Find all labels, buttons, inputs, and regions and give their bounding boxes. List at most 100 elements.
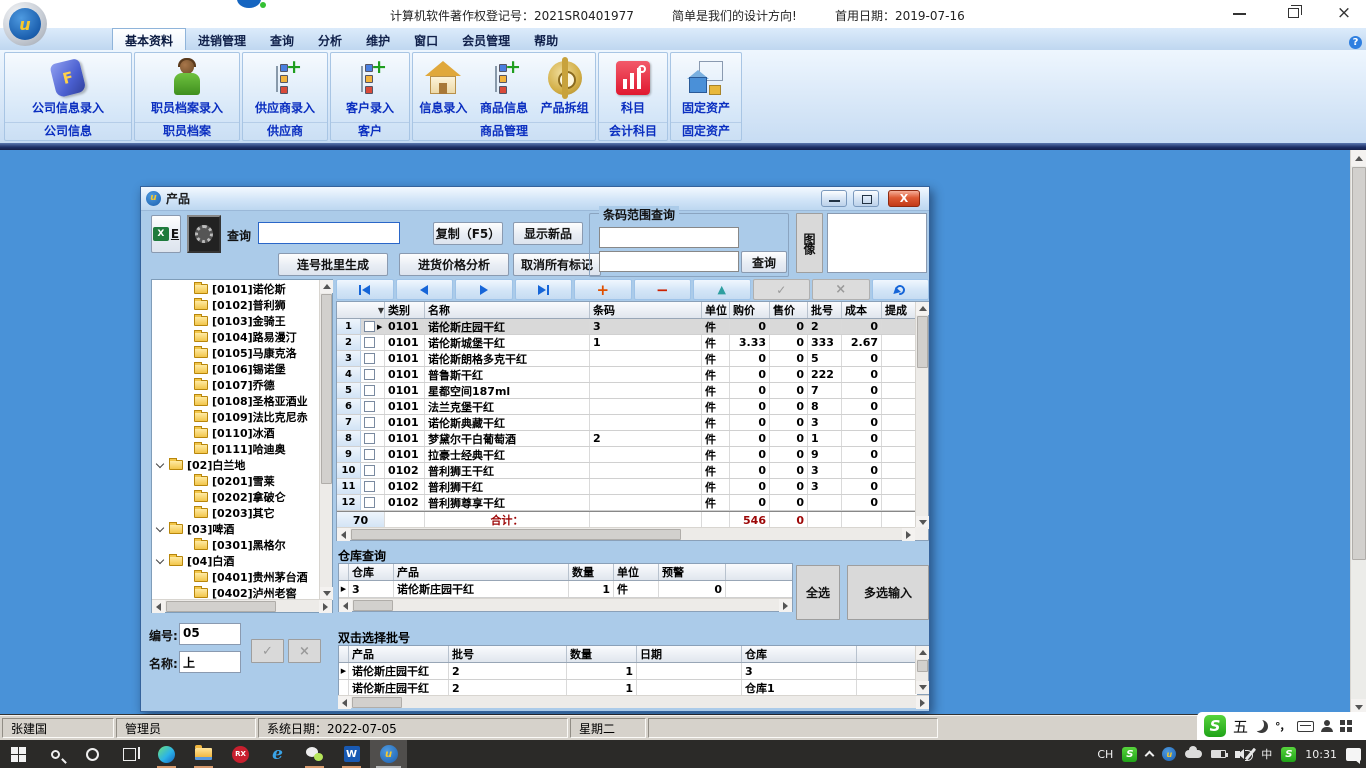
export-excel-button[interactable]: X E — [151, 215, 181, 253]
soft-keyboard-icon[interactable] — [1297, 721, 1314, 732]
batch-vertical-scrollbar[interactable] — [915, 646, 928, 694]
toolbar-item-supplier-entry[interactable]: + 供应商录入 — [243, 55, 327, 115]
ime-chinese-indicator[interactable]: 中 — [1261, 746, 1272, 762]
filter-dropdown-icon[interactable]: ▼ — [378, 306, 384, 315]
cancel-button[interactable]: × — [288, 639, 321, 663]
ime-toolbox-icon[interactable] — [1340, 720, 1352, 732]
nav-first-button[interactable] — [336, 279, 394, 300]
tree-node[interactable]: [0203]其它 — [152, 505, 320, 521]
window-minimize-icon[interactable] — [1233, 13, 1246, 15]
toolbar-item-product-split[interactable]: 产品拆组 — [534, 55, 595, 115]
taskbar-ie-button[interactable]: e — [259, 740, 296, 768]
tree-node[interactable]: [0104]路易漫汀 — [152, 329, 320, 345]
row-checkbox[interactable] — [364, 465, 375, 476]
nav-delete-button[interactable]: − — [634, 279, 692, 300]
expand-arrow-icon[interactable] — [156, 523, 164, 531]
show-new-button[interactable]: 显示新品 — [513, 222, 583, 245]
menu-item[interactable]: 窗口 — [402, 28, 450, 50]
help-icon[interactable]: ? — [1349, 36, 1362, 49]
toolbar-item-fixed-assets[interactable]: 固定资产 — [671, 55, 741, 115]
toolbar-item-customer-entry[interactable]: + 客户录入 — [331, 55, 409, 115]
menu-item[interactable]: 帮助 — [522, 28, 570, 50]
table-row[interactable]: 3▶ 0101 诺伦斯朗格多克干红 件 0 0 5 0 — [337, 351, 916, 367]
warehouse-horizontal-scrollbar[interactable] — [339, 598, 792, 611]
tree-node[interactable]: [0107]乔德 — [152, 377, 320, 393]
table-row[interactable]: 7▶ 0101 诺伦斯典藏干红 件 0 0 3 0 — [337, 415, 916, 431]
table-horizontal-scrollbar[interactable] — [337, 527, 915, 540]
table-row[interactable]: 11▶ 0102 普利狮干红 件 0 0 3 0 — [337, 479, 916, 495]
tree-node[interactable]: [0402]泸州老窖 — [152, 585, 320, 600]
nav-add-button[interactable]: + — [574, 279, 632, 300]
sogou-tray-icon[interactable]: S — [1122, 747, 1137, 762]
menu-item[interactable]: 查询 — [258, 28, 306, 50]
taskbar-word-button[interactable]: W — [333, 740, 370, 768]
toolbar-item-subject[interactable]: 科目 — [599, 55, 667, 115]
ime-language-indicator[interactable]: CH — [1097, 748, 1113, 761]
tree-node[interactable]: [0108]圣格亚酒业 — [152, 393, 320, 409]
row-checkbox[interactable] — [364, 497, 375, 508]
tree-vertical-scrollbar[interactable] — [319, 280, 332, 600]
barcode-to-input[interactable] — [599, 251, 739, 272]
menu-item[interactable]: 分析 — [306, 28, 354, 50]
table-row[interactable]: 5▶ 0101 星都空间187ml 件 0 0 7 0 — [337, 383, 916, 399]
table-row[interactable]: 2▶ 0101 诺伦斯城堡干红 1 件 3.33 0 333 2.67 — [337, 335, 916, 351]
image-button[interactable]: 图像 — [796, 213, 823, 273]
dialog-restore-icon[interactable] — [853, 190, 879, 207]
taskbar-explorer-button[interactable] — [185, 740, 222, 768]
volume-icon[interactable] — [1235, 751, 1240, 758]
copy-button[interactable]: 复制（F5） — [433, 222, 503, 245]
dialog-minimize-icon[interactable] — [821, 190, 847, 207]
row-checkbox[interactable] — [364, 353, 375, 364]
table-row[interactable]: 12▶ 0102 普利狮尊享干红 件 0 0 0 — [337, 495, 916, 511]
tree-node[interactable]: [0106]锡诺堡 — [152, 361, 320, 377]
row-checkbox[interactable] — [364, 369, 375, 380]
tree-node[interactable]: [0103]金骑王 — [152, 313, 320, 329]
tree-node[interactable]: [0105]马康克洛 — [152, 345, 320, 361]
serial-batch-button[interactable]: 连号批里生成 — [278, 253, 388, 276]
moon-icon[interactable] — [1255, 720, 1268, 733]
tree-node[interactable]: [0101]诺伦斯 — [152, 281, 320, 297]
row-checkbox[interactable] — [364, 449, 375, 460]
nav-next-button[interactable] — [455, 279, 513, 300]
tree-node[interactable]: [02]白兰地 — [152, 457, 320, 473]
battery-icon[interactable] — [1211, 750, 1226, 758]
sogou-tray-icon2[interactable]: S — [1281, 747, 1296, 762]
mdi-vertical-scrollbar[interactable] — [1350, 150, 1366, 715]
table-vertical-scrollbar[interactable] — [915, 302, 928, 529]
hidden-icons-chevron[interactable] — [1145, 751, 1155, 761]
tree-horizontal-scrollbar[interactable] — [152, 599, 332, 612]
select-all-button[interactable]: 全选 — [796, 565, 840, 620]
tray-app-icon[interactable]: u — [1162, 747, 1176, 761]
menu-item[interactable]: 进销管理 — [186, 28, 258, 50]
row-checkbox[interactable] — [364, 321, 375, 332]
batch-horizontal-scrollbar[interactable] — [338, 695, 929, 708]
menu-item[interactable]: 基本资料 — [112, 28, 186, 50]
nav-refresh-button[interactable] — [872, 279, 930, 300]
dialog-titlebar[interactable]: u 产品 — [141, 187, 929, 211]
ime-mode-toggle[interactable]: 五 — [1233, 716, 1248, 737]
start-button[interactable] — [0, 740, 37, 768]
tree-node[interactable]: [0110]冰酒 — [152, 425, 320, 441]
table-row[interactable]: 1▶ 0101 诺伦斯庄园干红 3 件 0 0 2 0 — [337, 319, 916, 335]
ime-account-icon[interactable] — [1321, 720, 1333, 732]
search-input[interactable] — [258, 222, 400, 244]
clock[interactable]: 10:31 — [1305, 748, 1337, 761]
tree-node[interactable]: [0201]雪莱 — [152, 473, 320, 489]
code-input[interactable]: 05 — [179, 623, 241, 645]
price-analysis-button[interactable]: 进货价格分析 — [399, 253, 509, 276]
confirm-button[interactable]: ✓ — [251, 639, 284, 663]
tree-node[interactable]: [0202]拿破仑 — [152, 489, 320, 505]
onedrive-icon[interactable] — [1185, 750, 1202, 758]
name-input[interactable]: 上 — [179, 651, 241, 673]
table-row[interactable]: 8▶ 0101 梦黛尔干白葡萄酒 2 件 0 0 1 0 — [337, 431, 916, 447]
barcode-from-input[interactable] — [599, 227, 739, 248]
punctuation-toggle[interactable]: °， — [1275, 718, 1290, 734]
menu-item[interactable]: 会员管理 — [450, 28, 522, 50]
tree-node[interactable]: [0401]贵州茅台酒 — [152, 569, 320, 585]
tree-node[interactable]: [04]白酒 — [152, 553, 320, 569]
settings-button[interactable] — [187, 215, 221, 253]
row-checkbox[interactable] — [364, 337, 375, 348]
warehouse-row[interactable]: ▶ 3 诺伦斯庄园干红 1 件 0 — [339, 581, 792, 598]
taskbar-rx-button[interactable]: RX — [222, 740, 259, 768]
toolbar-item-info-entry[interactable]: 信息录入 — [413, 55, 474, 115]
